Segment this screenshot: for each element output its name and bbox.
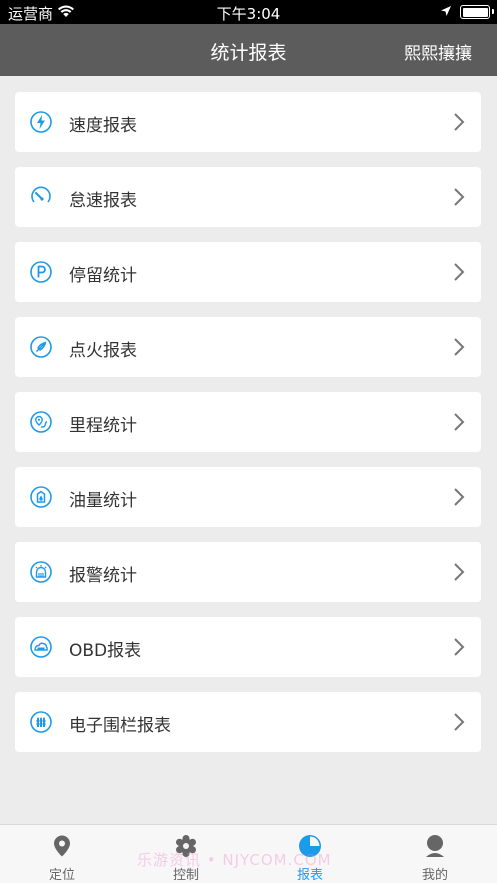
tab-profile[interactable]: 我的: [373, 825, 497, 883]
gauge-icon: [31, 186, 51, 203]
lightning-icon: [30, 111, 52, 133]
list-item-idle-report[interactable]: 怠速报表: [15, 167, 481, 227]
list-item-label: 速度报表: [69, 116, 137, 136]
clock: 下午3:04: [216, 5, 281, 23]
list-item-label: 电子围栏报表: [69, 716, 171, 736]
chevron-right-icon: [454, 113, 465, 131]
list-item-geofence-report[interactable]: 电子围栏报表: [15, 692, 481, 752]
alarm-icon: [30, 561, 52, 583]
chevron-right-icon: [454, 488, 465, 506]
nav-right-button[interactable]: 熙熙攘攘: [404, 39, 472, 64]
chevron-right-icon: [454, 413, 465, 431]
chevron-right-icon: [454, 563, 465, 581]
location-arrow-icon: [441, 6, 451, 16]
report-list: 速度报表 怠速报表 停留统计 点火报表 里程统计 油量统计 报警统计 OBD报表…: [15, 92, 481, 767]
parking-icon: [30, 261, 52, 283]
watermark: 乐游资讯 • NJYCOM.COM: [137, 851, 332, 869]
list-item-obd-report[interactable]: OBD报表: [15, 617, 481, 677]
tab-label: 我的: [421, 868, 448, 883]
tab-location[interactable]: 定位: [0, 825, 124, 883]
list-item-mileage-stats[interactable]: 里程统计: [15, 392, 481, 452]
chevron-right-icon: [454, 338, 465, 356]
fuel-icon: [30, 486, 52, 508]
list-item-label: 停留统计: [69, 266, 137, 286]
chevron-right-icon: [454, 263, 465, 281]
list-item-label: 里程统计: [69, 416, 137, 436]
chevron-right-icon: [454, 638, 465, 656]
chevron-right-icon: [454, 188, 465, 206]
nav-bar: 统计报表 熙熙攘攘: [0, 24, 497, 76]
user-icon: [426, 835, 444, 857]
list-item-alarm-stats[interactable]: 报警统计: [15, 542, 481, 602]
list-item-label: 怠速报表: [69, 191, 137, 211]
obd-icon: [30, 636, 52, 658]
status-bar: 运营商 下午3:04: [0, 0, 497, 24]
list-item-label: 点火报表: [69, 341, 137, 361]
list-item-label: 报警统计: [69, 566, 137, 586]
list-item-fuel-stats[interactable]: 油量统计: [15, 467, 481, 527]
route-icon: [30, 411, 52, 433]
list-item-label: 油量统计: [69, 491, 137, 511]
list-item-stay-stats[interactable]: 停留统计: [15, 242, 481, 302]
tab-label: 定位: [48, 868, 75, 883]
battery-icon: [460, 5, 494, 19]
list-item-ignition-report[interactable]: 点火报表: [15, 317, 481, 377]
location-pin-icon: [54, 835, 70, 857]
flame-icon: [30, 336, 52, 358]
fence-icon: [30, 711, 52, 733]
chevron-right-icon: [454, 713, 465, 731]
list-item-speed-report[interactable]: 速度报表: [15, 92, 481, 152]
list-item-label: OBD报表: [69, 641, 142, 661]
